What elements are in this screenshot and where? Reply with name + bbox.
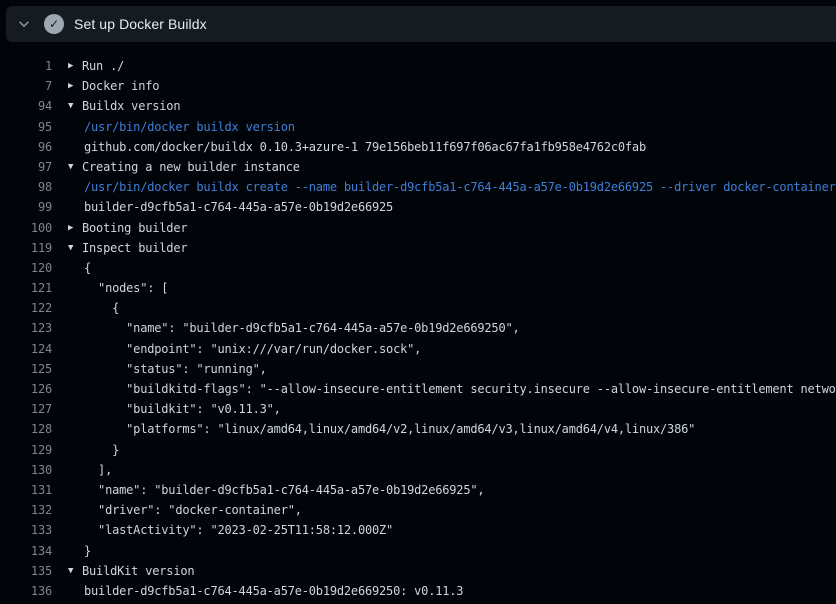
output-text: builder-d9cfb5a1-c764-445a-a57e-0b19d2e6… [84, 581, 463, 601]
output-text: builder-d9cfb5a1-c764-445a-a57e-0b19d2e6… [84, 197, 393, 217]
output-text: "platforms": "linux/amd64,linux/amd64/v2… [84, 419, 695, 439]
output-text: "status": "running", [84, 359, 267, 379]
triangle-right-icon: ▶ [68, 56, 82, 76]
line-number[interactable]: 136 [0, 581, 52, 601]
line-number[interactable]: 135 [0, 561, 52, 581]
log-line: 131 "name": "builder-d9cfb5a1-c764-445a-… [0, 480, 836, 500]
log-group-row[interactable]: 100 ▶Booting builder [0, 218, 836, 238]
output-text: { [84, 298, 119, 318]
triangle-down-icon: ▼ [68, 238, 82, 258]
group-title: Booting builder [82, 218, 187, 238]
triangle-down-icon: ▼ [68, 96, 82, 116]
log-line: 99 builder-d9cfb5a1-c764-445a-a57e-0b19d2… [0, 197, 836, 217]
output-text: "driver": "docker-container", [84, 500, 302, 520]
line-number[interactable]: 128 [0, 419, 52, 439]
log-line: 129 } [0, 440, 836, 460]
line-number[interactable]: 121 [0, 278, 52, 298]
output-text: "name": "builder-d9cfb5a1-c764-445a-a57e… [84, 480, 484, 500]
line-number[interactable]: 98 [0, 177, 52, 197]
log-line: 123 "name": "builder-d9cfb5a1-c764-445a-… [0, 318, 836, 338]
triangle-right-icon: ▶ [68, 76, 82, 96]
output-text: } [84, 440, 119, 460]
triangle-down-icon: ▼ [68, 561, 82, 581]
group-title: Run ./ [82, 56, 124, 76]
line-number[interactable]: 95 [0, 117, 52, 137]
line-number[interactable]: 97 [0, 157, 52, 177]
line-number[interactable]: 96 [0, 137, 52, 157]
line-number[interactable]: 100 [0, 218, 52, 238]
log-line: 96 github.com/docker/buildx 0.10.3+azure-… [0, 137, 836, 157]
group-title: Inspect builder [82, 238, 187, 258]
log-line: 121 "nodes": [ [0, 278, 836, 298]
log-line: 127 "buildkit": "v0.11.3", [0, 399, 836, 419]
check-circle-icon: ✓ [44, 14, 64, 34]
output-text: "nodes": [ [84, 278, 168, 298]
line-number[interactable]: 122 [0, 298, 52, 318]
line-number[interactable]: 123 [0, 318, 52, 338]
log-line: 124 "endpoint": "unix:///var/run/docker.… [0, 339, 836, 359]
log-line: 136 builder-d9cfb5a1-c764-445a-a57e-0b19d… [0, 581, 836, 601]
line-number[interactable]: 130 [0, 460, 52, 480]
output-text: "buildkit": "v0.11.3", [84, 399, 281, 419]
log-line: 134} [0, 541, 836, 561]
command-text: /usr/bin/docker buildx create --name bui… [84, 177, 836, 197]
output-text: "endpoint": "unix:///var/run/docker.sock… [84, 339, 421, 359]
line-number[interactable]: 94 [0, 96, 52, 116]
group-title: BuildKit version [82, 561, 194, 581]
line-number[interactable]: 99 [0, 197, 52, 217]
log-group-row[interactable]: 119 ▼Inspect builder [0, 238, 836, 258]
output-text: ], [84, 460, 112, 480]
group-title: Creating a new builder instance [82, 157, 300, 177]
triangle-right-icon: ▶ [68, 218, 82, 238]
log-group-row[interactable]: 135 ▼BuildKit version [0, 561, 836, 581]
log-group-row[interactable]: 1 ▶Run ./ [0, 56, 836, 76]
log-line: 126 "buildkitd-flags": "--allow-insecure… [0, 379, 836, 399]
line-number[interactable]: 131 [0, 480, 52, 500]
line-number[interactable]: 129 [0, 440, 52, 460]
line-number[interactable]: 132 [0, 500, 52, 520]
output-text: { [84, 258, 91, 278]
output-text: "name": "builder-d9cfb5a1-c764-445a-a57e… [84, 318, 520, 338]
log-line: 132 "driver": "docker-container", [0, 500, 836, 520]
log-line: 122 { [0, 298, 836, 318]
group-title: Buildx version [82, 96, 180, 116]
log-line: 133 "lastActivity": "2023-02-25T11:58:12… [0, 520, 836, 540]
chevron-down-icon[interactable] [16, 16, 32, 32]
log-line: 125 "status": "running", [0, 359, 836, 379]
triangle-down-icon: ▼ [68, 157, 82, 177]
log-line: 128 "platforms": "linux/amd64,linux/amd6… [0, 419, 836, 439]
group-title: Docker info [82, 76, 159, 96]
log-viewer: 1▶Run ./7▶Docker info94▼Buildx version95… [0, 42, 836, 604]
command-text: /usr/bin/docker buildx version [84, 117, 295, 137]
log-group-row[interactable]: 7 ▶Docker info [0, 76, 836, 96]
line-number[interactable]: 126 [0, 379, 52, 399]
log-line: 120 { [0, 258, 836, 278]
line-number[interactable]: 124 [0, 339, 52, 359]
line-number[interactable]: 119 [0, 238, 52, 258]
line-number[interactable]: 1 [0, 56, 52, 76]
log-line: 95/usr/bin/docker buildx version [0, 117, 836, 137]
step-title: Set up Docker Buildx [74, 16, 207, 32]
log-line: 130 ], [0, 460, 836, 480]
line-number[interactable]: 125 [0, 359, 52, 379]
output-text: "buildkitd-flags": "--allow-insecure-ent… [84, 379, 836, 399]
log-group-row[interactable]: 97 ▼Creating a new builder instance [0, 157, 836, 177]
line-number[interactable]: 120 [0, 258, 52, 278]
output-text: } [84, 541, 91, 561]
line-number[interactable]: 127 [0, 399, 52, 419]
step-header[interactable]: ✓ Set up Docker Buildx [6, 6, 836, 42]
log-line: 98/usr/bin/docker buildx create --name b… [0, 177, 836, 197]
line-number[interactable]: 134 [0, 541, 52, 561]
output-text: github.com/docker/buildx 0.10.3+azure-1 … [84, 137, 646, 157]
log-group-row[interactable]: 94 ▼Buildx version [0, 96, 836, 116]
output-text: "lastActivity": "2023-02-25T11:58:12.000… [84, 520, 393, 540]
line-number[interactable]: 7 [0, 76, 52, 96]
line-number[interactable]: 133 [0, 520, 52, 540]
